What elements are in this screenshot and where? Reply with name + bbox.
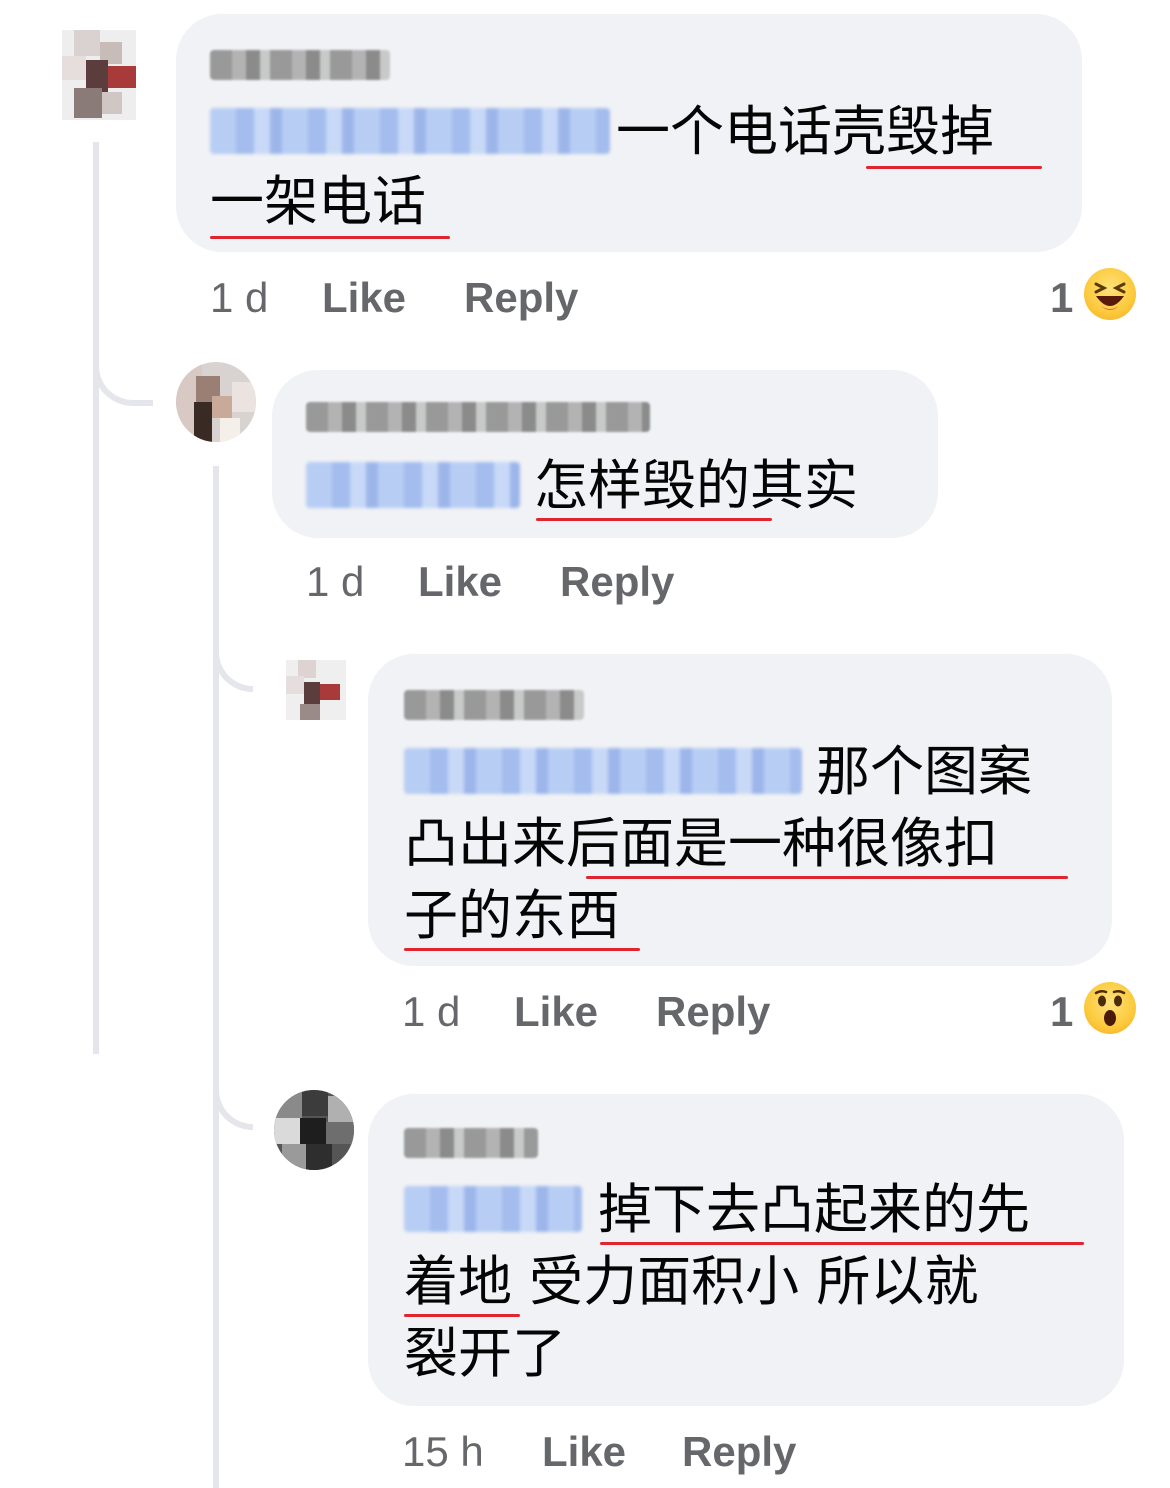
mention-redacted[interactable]: [404, 748, 802, 794]
comment-bubble: 怎样毁的其实: [272, 370, 938, 538]
mention-redacted[interactable]: [306, 462, 520, 508]
text-underline: [536, 518, 772, 521]
text-underline: [600, 1242, 1084, 1245]
thread-connector-3: [213, 1060, 253, 1130]
comment-text: 裂开了: [404, 1322, 566, 1385]
comment-text: 着地 受力面积小 所以就: [404, 1250, 979, 1313]
thread-connector-1: [93, 340, 153, 406]
timestamp[interactable]: 15 h: [402, 1428, 484, 1476]
author-name-redacted[interactable]: [306, 402, 650, 432]
text-underline: [404, 948, 640, 951]
author-name-redacted[interactable]: [404, 1128, 538, 1158]
text-underline: [586, 876, 1068, 879]
comment-bubble: 掉下去凸起来的先 着地 受力面积小 所以就 裂开了: [368, 1094, 1124, 1406]
text-underline: [404, 1314, 520, 1317]
comment-text: 子的东西: [404, 884, 620, 947]
text-underline: [866, 166, 1042, 169]
author-name-redacted[interactable]: [404, 690, 584, 720]
thread-line-nested: [213, 466, 219, 1488]
comment-text: 一个电话壳毁掉: [616, 100, 994, 163]
reaction-count[interactable]: 1: [1050, 988, 1073, 1036]
thread-connector-2: [213, 630, 253, 692]
reply-button[interactable]: Reply: [464, 274, 578, 322]
reply-button[interactable]: Reply: [656, 988, 770, 1036]
comment-text: 一架电话: [210, 170, 426, 233]
like-button[interactable]: Like: [542, 1428, 626, 1476]
wow-emoji-icon[interactable]: [1084, 982, 1136, 1034]
comment-bubble: 那个图案 凸出来后面是一种很像扣 子的东西: [368, 654, 1112, 966]
mention-redacted[interactable]: [210, 108, 610, 154]
like-button[interactable]: Like: [418, 558, 502, 606]
timestamp[interactable]: 1 d: [306, 558, 364, 606]
reply-button[interactable]: Reply: [560, 558, 674, 606]
avatar[interactable]: [286, 660, 346, 720]
mention-redacted[interactable]: [404, 1186, 582, 1232]
avatar[interactable]: [176, 362, 256, 442]
author-name-redacted[interactable]: [210, 50, 390, 80]
thread-line-main: [93, 142, 99, 1054]
reply-button[interactable]: Reply: [682, 1428, 796, 1476]
comment-text: 怎样毁的其实: [534, 454, 858, 517]
reaction-count[interactable]: 1: [1050, 274, 1073, 322]
comment-text: 凸出来后面是一种很像扣: [404, 812, 998, 875]
laughing-emoji-icon[interactable]: [1084, 268, 1136, 320]
text-underline: [210, 236, 450, 239]
avatar[interactable]: [274, 1090, 354, 1170]
timestamp[interactable]: 1 d: [210, 274, 268, 322]
avatar[interactable]: [62, 30, 136, 120]
like-button[interactable]: Like: [514, 988, 598, 1036]
like-button[interactable]: Like: [322, 274, 406, 322]
comment-text: 掉下去凸起来的先: [598, 1178, 1030, 1241]
comment-text: 那个图案: [816, 740, 1032, 803]
comment-bubble: 一个电话壳毁掉 一架电话: [176, 14, 1082, 252]
timestamp[interactable]: 1 d: [402, 988, 460, 1036]
